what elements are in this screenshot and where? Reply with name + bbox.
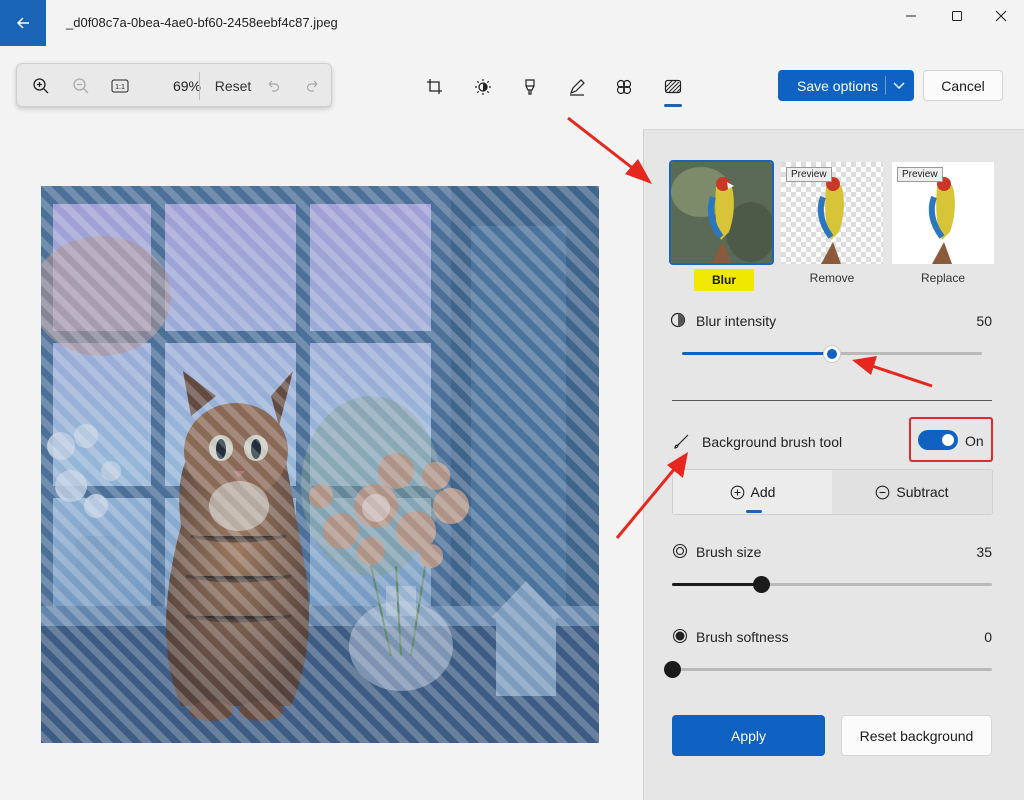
active-tool-indicator — [664, 104, 682, 107]
svg-text:1:1: 1:1 — [115, 84, 125, 91]
add-circle-icon — [730, 485, 744, 499]
brush-tool-toggle-label: On — [965, 433, 984, 449]
actual-size-icon: 1:1 — [111, 79, 129, 93]
chevron-down-icon — [893, 82, 905, 89]
zoom-in-icon — [33, 78, 49, 94]
zoom-level[interactable]: 69% — [167, 64, 207, 108]
brush-size-fill — [672, 583, 762, 586]
back-button[interactable] — [0, 0, 46, 46]
brush-softness-value: 0 — [984, 629, 992, 645]
cancel-button[interactable]: Cancel — [923, 70, 1003, 101]
minimize-icon — [906, 15, 916, 17]
button-divider — [885, 76, 886, 95]
add-mode-button[interactable]: Add — [673, 470, 832, 514]
blur-intensity-slider[interactable] — [682, 345, 982, 363]
zoom-in-button[interactable] — [27, 64, 55, 108]
blur-intensity-label: Blur intensity — [696, 313, 777, 329]
file-name: _d0f08c7a-0bea-4ae0-bf60-2458eebf4c87.jp… — [66, 15, 338, 30]
brush-size-slider[interactable] — [672, 576, 992, 593]
zoom-out-button[interactable] — [67, 64, 95, 108]
maximize-icon — [952, 11, 962, 21]
markup-icon — [525, 79, 535, 95]
minimize-button[interactable] — [888, 0, 934, 32]
reset-background-button[interactable]: Reset background — [841, 715, 992, 756]
save-options-button[interactable]: Save options — [778, 70, 914, 101]
brush-tool-toggle[interactable] — [918, 430, 958, 450]
blur-intensity-thumb[interactable] — [823, 345, 841, 363]
blur-intensity-fill — [682, 352, 832, 355]
blur-option[interactable] — [669, 160, 774, 265]
brush-softness-label: Brush softness — [696, 629, 789, 645]
blur-intensity-icon — [670, 312, 686, 328]
brush-size-icon — [672, 543, 688, 559]
add-mode-label: Add — [750, 484, 776, 500]
preview-badge: Preview — [786, 167, 832, 182]
zoom-out-icon — [73, 78, 89, 94]
reset-zoom-button[interactable]: Reset — [213, 64, 253, 108]
brush-softness-slider[interactable] — [663, 661, 992, 678]
close-icon — [995, 10, 1007, 22]
replace-option[interactable]: Preview — [892, 162, 994, 264]
crop-icon — [427, 79, 442, 94]
background-icon — [664, 79, 682, 94]
blur-option-label: Blur — [694, 269, 754, 291]
draw-tool[interactable] — [562, 72, 592, 102]
close-button[interactable] — [978, 0, 1024, 32]
crop-tool[interactable] — [420, 72, 450, 102]
blur-intensity-value: 50 — [976, 313, 992, 329]
toggle-knob — [942, 434, 954, 446]
edited-photo[interactable] — [41, 186, 599, 743]
preview-badge: Preview — [897, 167, 943, 182]
apply-button[interactable]: Apply — [672, 715, 825, 756]
brush-softness-thumb[interactable] — [663, 661, 681, 678]
parrot-thumbnail — [671, 162, 772, 263]
remove-option[interactable]: Preview — [781, 162, 883, 264]
redo-button[interactable] — [300, 64, 326, 108]
background-tool[interactable] — [658, 72, 688, 102]
subtract-circle-icon — [876, 485, 890, 499]
brush-mode-segmented: Add Subtract — [672, 469, 993, 515]
adjust-tool[interactable] — [468, 72, 498, 102]
replace-option-label: Replace — [920, 271, 966, 285]
active-segment-indicator — [746, 510, 762, 513]
redo-icon — [306, 80, 318, 92]
save-options-label: Save options — [797, 77, 878, 94]
actual-size-button[interactable]: 1:1 — [106, 64, 134, 108]
draw-icon — [569, 79, 585, 96]
brush-softness-icon — [672, 628, 688, 644]
arrow-left-icon — [16, 17, 29, 29]
brush-size-thumb[interactable] — [753, 576, 771, 593]
remove-option-label: Remove — [809, 271, 855, 285]
undo-button[interactable] — [260, 64, 286, 108]
subtract-mode-button[interactable]: Subtract — [832, 470, 992, 514]
erase-tool[interactable] — [609, 72, 639, 102]
undo-icon — [268, 80, 280, 92]
subtract-mode-label: Subtract — [896, 484, 949, 500]
divider — [199, 72, 200, 100]
maximize-button[interactable] — [934, 0, 980, 32]
erase-icon — [616, 79, 632, 95]
section-divider — [672, 400, 992, 401]
markup-tool[interactable] — [515, 72, 545, 102]
brush-tool-label: Background brush tool — [702, 434, 843, 450]
brush-size-value: 35 — [976, 544, 992, 560]
zoom-toolbar: 1:1 69% Reset — [16, 63, 332, 107]
brush-icon — [674, 434, 689, 449]
adjust-icon — [475, 79, 491, 95]
brush-size-label: Brush size — [696, 544, 762, 560]
